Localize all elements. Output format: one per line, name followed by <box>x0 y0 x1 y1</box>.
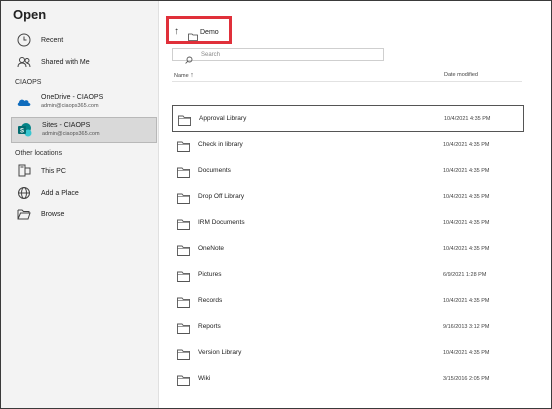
sidebar-item-label: OneDrive - CIAOPS <box>41 94 104 101</box>
clock-icon <box>15 31 33 49</box>
sidebar-item-onedrive[interactable]: OneDrive - CIAOPS admin@ciaops365.com <box>11 89 157 115</box>
file-date: 10/4/2021 4:35 PM <box>443 245 490 252</box>
folder-icon <box>178 113 191 126</box>
sidebar: Open Recent Shared with Me CIAOPS OneDri… <box>1 1 159 408</box>
open-folder-icon <box>15 205 33 223</box>
page-title: Open <box>13 7 47 22</box>
folder-icon <box>177 165 190 178</box>
folder-icon <box>177 373 190 386</box>
search-input[interactable]: Search <box>172 48 384 64</box>
file-date: 9/16/2013 3:12 PM <box>443 323 490 330</box>
search-placeholder: Search <box>201 51 221 58</box>
file-date: 10/4/2021 4:35 PM <box>443 193 490 200</box>
sidebar-item-browse[interactable]: Browse <box>11 201 157 227</box>
up-arrow-icon[interactable]: ↑ <box>174 26 179 37</box>
file-date: 10/4/2021 4:35 PM <box>443 141 490 148</box>
file-date: 10/4/2021 4:35 PM <box>443 167 490 174</box>
sidebar-item-label: Shared with Me <box>41 58 90 66</box>
section-heading-other: Other locations <box>15 150 63 157</box>
list-item[interactable]: Drop Off Library 10/4/2021 4:35 PM <box>172 183 524 210</box>
sidebar-item-sites[interactable]: S Sites - CIAOPS admin@ciaops365.com <box>11 117 157 143</box>
list-item[interactable]: Approval Library 10/4/2021 4:35 PM <box>172 105 524 132</box>
sidebar-item-label: Browse <box>41 210 65 218</box>
list-item[interactable]: Documents 10/4/2021 4:35 PM <box>172 157 524 184</box>
folder-icon <box>177 191 190 204</box>
column-header-name[interactable]: Name ↑ <box>174 72 194 79</box>
sidebar-item-label: Recent <box>41 36 64 44</box>
folder-icon <box>177 269 190 282</box>
folder-icon <box>188 28 198 46</box>
file-name: Documents <box>198 167 231 174</box>
file-name: Wiki <box>198 375 211 382</box>
file-name: IRM Documents <box>198 219 245 226</box>
svg-text:S: S <box>20 129 24 135</box>
file-name: Reports <box>198 323 221 330</box>
list-item[interactable]: OneNote 10/4/2021 4:35 PM <box>172 235 524 262</box>
file-date: 10/4/2021 4:35 PM <box>443 349 490 356</box>
file-name: Check in library <box>198 141 243 148</box>
file-name: Drop Off Library <box>198 193 245 200</box>
account-email: admin@ciaops365.com <box>41 103 99 109</box>
sharepoint-icon: S <box>16 121 34 139</box>
main-panel: ↑ Demo Search Name ↑ Date modified Appro… <box>160 1 551 408</box>
sidebar-item-shared[interactable]: Shared with Me <box>11 49 157 75</box>
folder-icon <box>177 139 190 152</box>
list-item[interactable]: Check in library 10/4/2021 4:35 PM <box>172 131 524 158</box>
sidebar-item-label: Add a Place <box>41 189 79 197</box>
file-date: 6/9/2021 1:28 PM <box>443 271 487 278</box>
list-item[interactable]: Reports 9/16/2013 3:12 PM <box>172 313 524 340</box>
file-date: 10/4/2021 4:35 PM <box>443 297 490 304</box>
list-item[interactable]: IRM Documents 10/4/2021 4:35 PM <box>172 209 524 236</box>
sidebar-item-label: Sites - CIAOPS <box>42 122 91 129</box>
breadcrumb[interactable]: Demo <box>200 29 219 36</box>
list-item[interactable]: Version Library 10/4/2021 4:35 PM <box>172 339 524 366</box>
onedrive-cloud-icon <box>15 93 33 111</box>
folder-icon <box>177 347 190 360</box>
list-item[interactable]: Pictures 6/9/2021 1:28 PM <box>172 261 524 288</box>
file-date: 10/4/2021 4:35 PM <box>444 115 491 122</box>
file-name: Version Library <box>198 349 242 356</box>
account-email: admin@ciaops365.com <box>42 131 100 137</box>
computer-icon <box>15 162 33 180</box>
sort-arrow-icon: ↑ <box>190 72 194 79</box>
list-item[interactable]: Records 10/4/2021 4:35 PM <box>172 287 524 314</box>
file-name: OneNote <box>198 245 225 252</box>
search-icon <box>185 51 193 64</box>
globe-icon <box>15 184 33 202</box>
folder-icon <box>177 217 190 230</box>
file-name: Pictures <box>198 271 222 278</box>
section-heading-org: CIAOPS <box>15 79 42 86</box>
people-icon <box>15 53 33 71</box>
list-item[interactable]: Wiki 3/15/2016 2:05 PM <box>172 365 524 392</box>
file-date: 10/4/2021 4:35 PM <box>443 219 490 226</box>
header-divider <box>172 81 522 82</box>
file-name: Approval Library <box>199 115 247 122</box>
file-date: 3/15/2016 2:05 PM <box>443 375 490 382</box>
folder-icon <box>177 295 190 308</box>
folder-icon <box>177 243 190 256</box>
sidebar-item-label: This PC <box>41 167 66 175</box>
folder-icon <box>177 321 190 334</box>
column-header-date[interactable]: Date modified <box>444 72 478 78</box>
file-name: Records <box>198 297 223 304</box>
